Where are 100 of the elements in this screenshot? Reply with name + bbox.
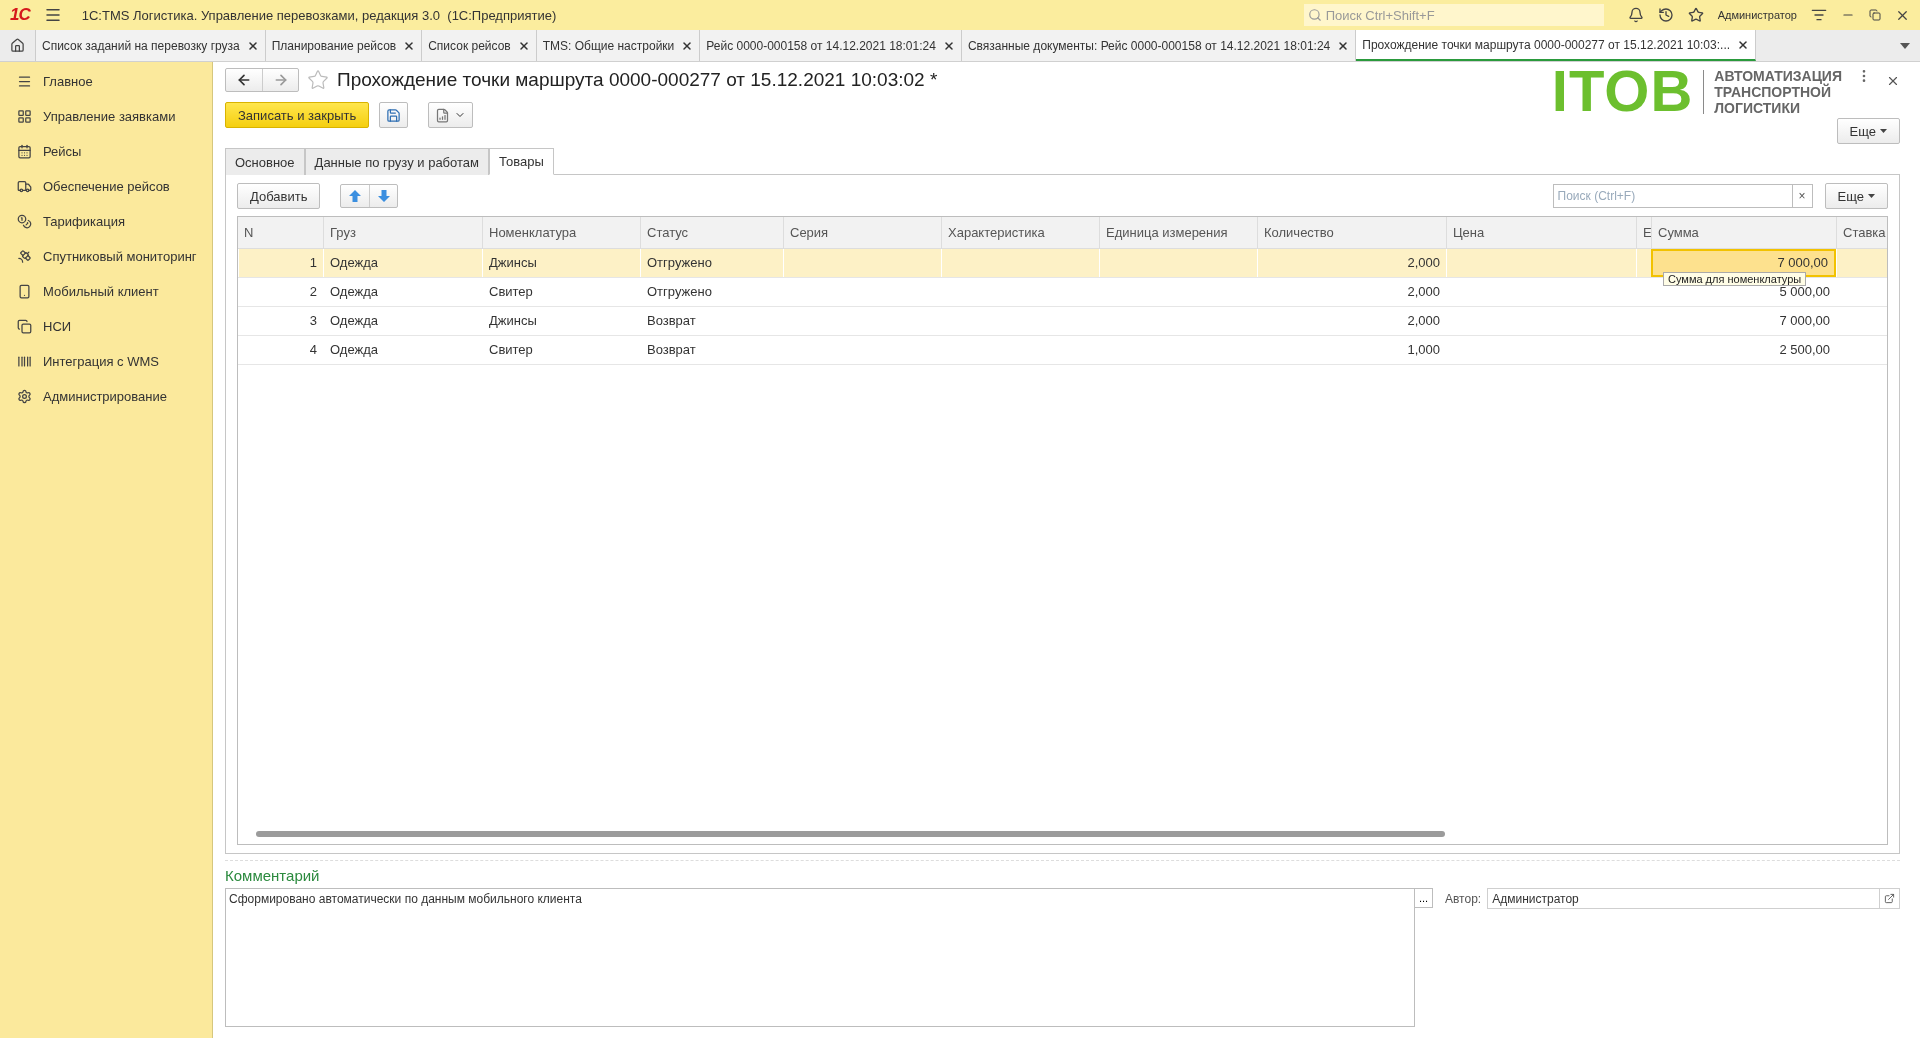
comment-label: Комментарий xyxy=(225,867,321,884)
add-button[interactable]: Добавить xyxy=(237,183,321,209)
table-cell: Одежда xyxy=(330,256,378,270)
window-tab[interactable]: Планирование рейсов xyxy=(265,30,423,61)
close-icon[interactable] xyxy=(517,39,530,52)
sidebar-item[interactable]: Обеспечение рейсов xyxy=(0,169,212,204)
close-icon[interactable] xyxy=(1886,74,1900,88)
caret-icon xyxy=(1868,194,1875,198)
sidebar-item[interactable]: Управление заявками xyxy=(0,99,212,134)
app-logo: 1С xyxy=(10,5,30,25)
column-header[interactable]: Характеристика xyxy=(941,217,1099,248)
open-icon xyxy=(1884,893,1895,904)
close-icon[interactable] xyxy=(1737,38,1750,51)
window-tab[interactable]: Связанные документы: Рейс 0000-000158 от 14.12.2021 18:01:24 xyxy=(961,30,1357,61)
column-header[interactable]: Единица измерения xyxy=(1099,217,1257,248)
sidebar-label: НСИ xyxy=(43,319,72,334)
close-icon[interactable] xyxy=(1337,39,1350,52)
truck-icon xyxy=(17,179,32,194)
table-cell: Свитер xyxy=(489,343,533,357)
caret-icon xyxy=(1880,129,1887,133)
barcode-icon xyxy=(17,354,32,369)
report-button[interactable] xyxy=(428,102,474,128)
sidebar-label: Спутниковый мониторинг xyxy=(43,249,197,264)
sidebar-item[interactable]: Администрирование xyxy=(0,379,212,414)
star-icon[interactable] xyxy=(1687,7,1704,23)
table-cell: Джинсы xyxy=(489,314,537,328)
window-tab[interactable]: Прохождение точки маршрута 0000-000277 от 15.12.2021 10:03:... xyxy=(1356,30,1757,61)
form-tab[interactable]: Данные по грузу и работам xyxy=(304,148,489,175)
table-cell: Отгружено xyxy=(647,285,712,299)
form-tab[interactable]: Товары xyxy=(489,148,554,175)
sidebar-label: Администрирование xyxy=(43,389,167,404)
more-button[interactable]: Еще xyxy=(1836,118,1900,144)
sidebar-item[interactable]: НСИ xyxy=(0,309,212,344)
sidebar-item[interactable]: Спутниковый мониторинг xyxy=(0,239,212,274)
table-cell: 4 xyxy=(309,343,317,357)
window-tab[interactable]: Список рейсов xyxy=(422,30,537,61)
table-cell: 7 000,00 xyxy=(1777,256,1828,270)
user-name[interactable]: Администратор xyxy=(1717,9,1797,21)
list-icon xyxy=(17,74,32,89)
table-cell: Одежда xyxy=(330,343,378,357)
more-button[interactable]: Еще xyxy=(1824,183,1888,209)
table-cell: Отгружено xyxy=(647,256,712,270)
search-field[interactable]: Поиск (Ctrl+F) xyxy=(1552,184,1793,208)
sidebar-item[interactable]: Мобильный клиент xyxy=(0,274,212,309)
save-close-button[interactable]: Записать и закрыть xyxy=(225,102,370,128)
table-cell: 2,000 xyxy=(1407,285,1440,299)
table-cell: Одежда xyxy=(330,285,378,299)
arrow-up-icon xyxy=(348,189,363,203)
column-header[interactable]: Е xyxy=(1636,217,1651,248)
window-tab[interactable]: TMS: Общие настройки xyxy=(536,30,701,61)
column-header[interactable]: Количество xyxy=(1257,217,1446,248)
table-cell: 2 xyxy=(309,285,317,299)
select-button[interactable]: ... xyxy=(1415,888,1433,908)
tooltip: Сумма для номенклатуры xyxy=(1663,272,1807,286)
sidebar-item[interactable]: Интеграция с WMS xyxy=(0,344,212,379)
table-cell: Свитер xyxy=(489,285,533,299)
sidebar-label: Тарификация xyxy=(43,214,125,229)
table-cell: 3 xyxy=(309,314,317,328)
column-header[interactable]: Ставка xyxy=(1836,217,1887,248)
close-icon[interactable] xyxy=(681,39,694,52)
close-icon[interactable] xyxy=(403,39,416,52)
column-header[interactable]: Сумма xyxy=(1651,217,1836,248)
column-header[interactable]: Груз xyxy=(323,217,482,248)
column-header[interactable]: N xyxy=(238,217,323,248)
report-icon xyxy=(435,107,451,123)
author-label: Автор: xyxy=(1445,892,1482,906)
star-icon[interactable] xyxy=(307,69,329,91)
column-header[interactable]: Статус xyxy=(640,217,783,248)
history-icon[interactable] xyxy=(1657,7,1674,23)
table-cell: Возврат xyxy=(647,314,696,328)
sidebar-item[interactable]: Тарификация xyxy=(0,204,212,239)
clear-button[interactable]: × xyxy=(1792,184,1813,208)
arrow-down-icon xyxy=(376,189,391,203)
table-cell: Джинсы xyxy=(489,256,537,270)
search-placeholder: Поиск Ctrl+Shift+F xyxy=(1325,7,1435,23)
comment-field[interactable]: Сформировано автоматически по данным мобильного клиента xyxy=(225,888,1415,1027)
brand-tagline: АВТОМАТИЗАЦИЯ ТРАНСПОРТНОЙ ЛОГИСТИКИ xyxy=(1714,68,1842,116)
close-icon[interactable] xyxy=(246,39,259,52)
form-tab[interactable]: Основное xyxy=(225,148,305,175)
column-header[interactable]: Серия xyxy=(783,217,941,248)
restore-icon[interactable] xyxy=(1869,9,1881,21)
settings-icon xyxy=(17,389,32,404)
table-cell: 5 000,00 xyxy=(1779,285,1830,299)
sidebar-label: Мобильный клиент xyxy=(43,284,159,299)
documents-icon xyxy=(17,319,32,334)
window-tab[interactable]: Рейс 0000-000158 от 14.12.2021 18:01:24 xyxy=(700,30,962,61)
save-button[interactable] xyxy=(379,102,409,128)
brand-logo: ITOB xyxy=(1551,68,1694,114)
home-icon xyxy=(10,38,25,53)
close-icon[interactable] xyxy=(942,39,955,52)
window-tab[interactable]: Список заданий на перевозку груза xyxy=(36,30,266,61)
bell-icon[interactable] xyxy=(1627,7,1644,23)
sidebar-label: Управление заявками xyxy=(43,109,176,124)
sidebar-item[interactable]: Рейсы xyxy=(0,134,212,169)
author-field[interactable]: Администратор xyxy=(1487,888,1900,909)
column-header[interactable]: Цена xyxy=(1446,217,1636,248)
column-header[interactable]: Номенклатура xyxy=(482,217,640,248)
sidebar-item[interactable]: Главное xyxy=(0,64,212,99)
table-cell: 2 500,00 xyxy=(1779,343,1830,357)
satellite-icon xyxy=(17,249,32,264)
